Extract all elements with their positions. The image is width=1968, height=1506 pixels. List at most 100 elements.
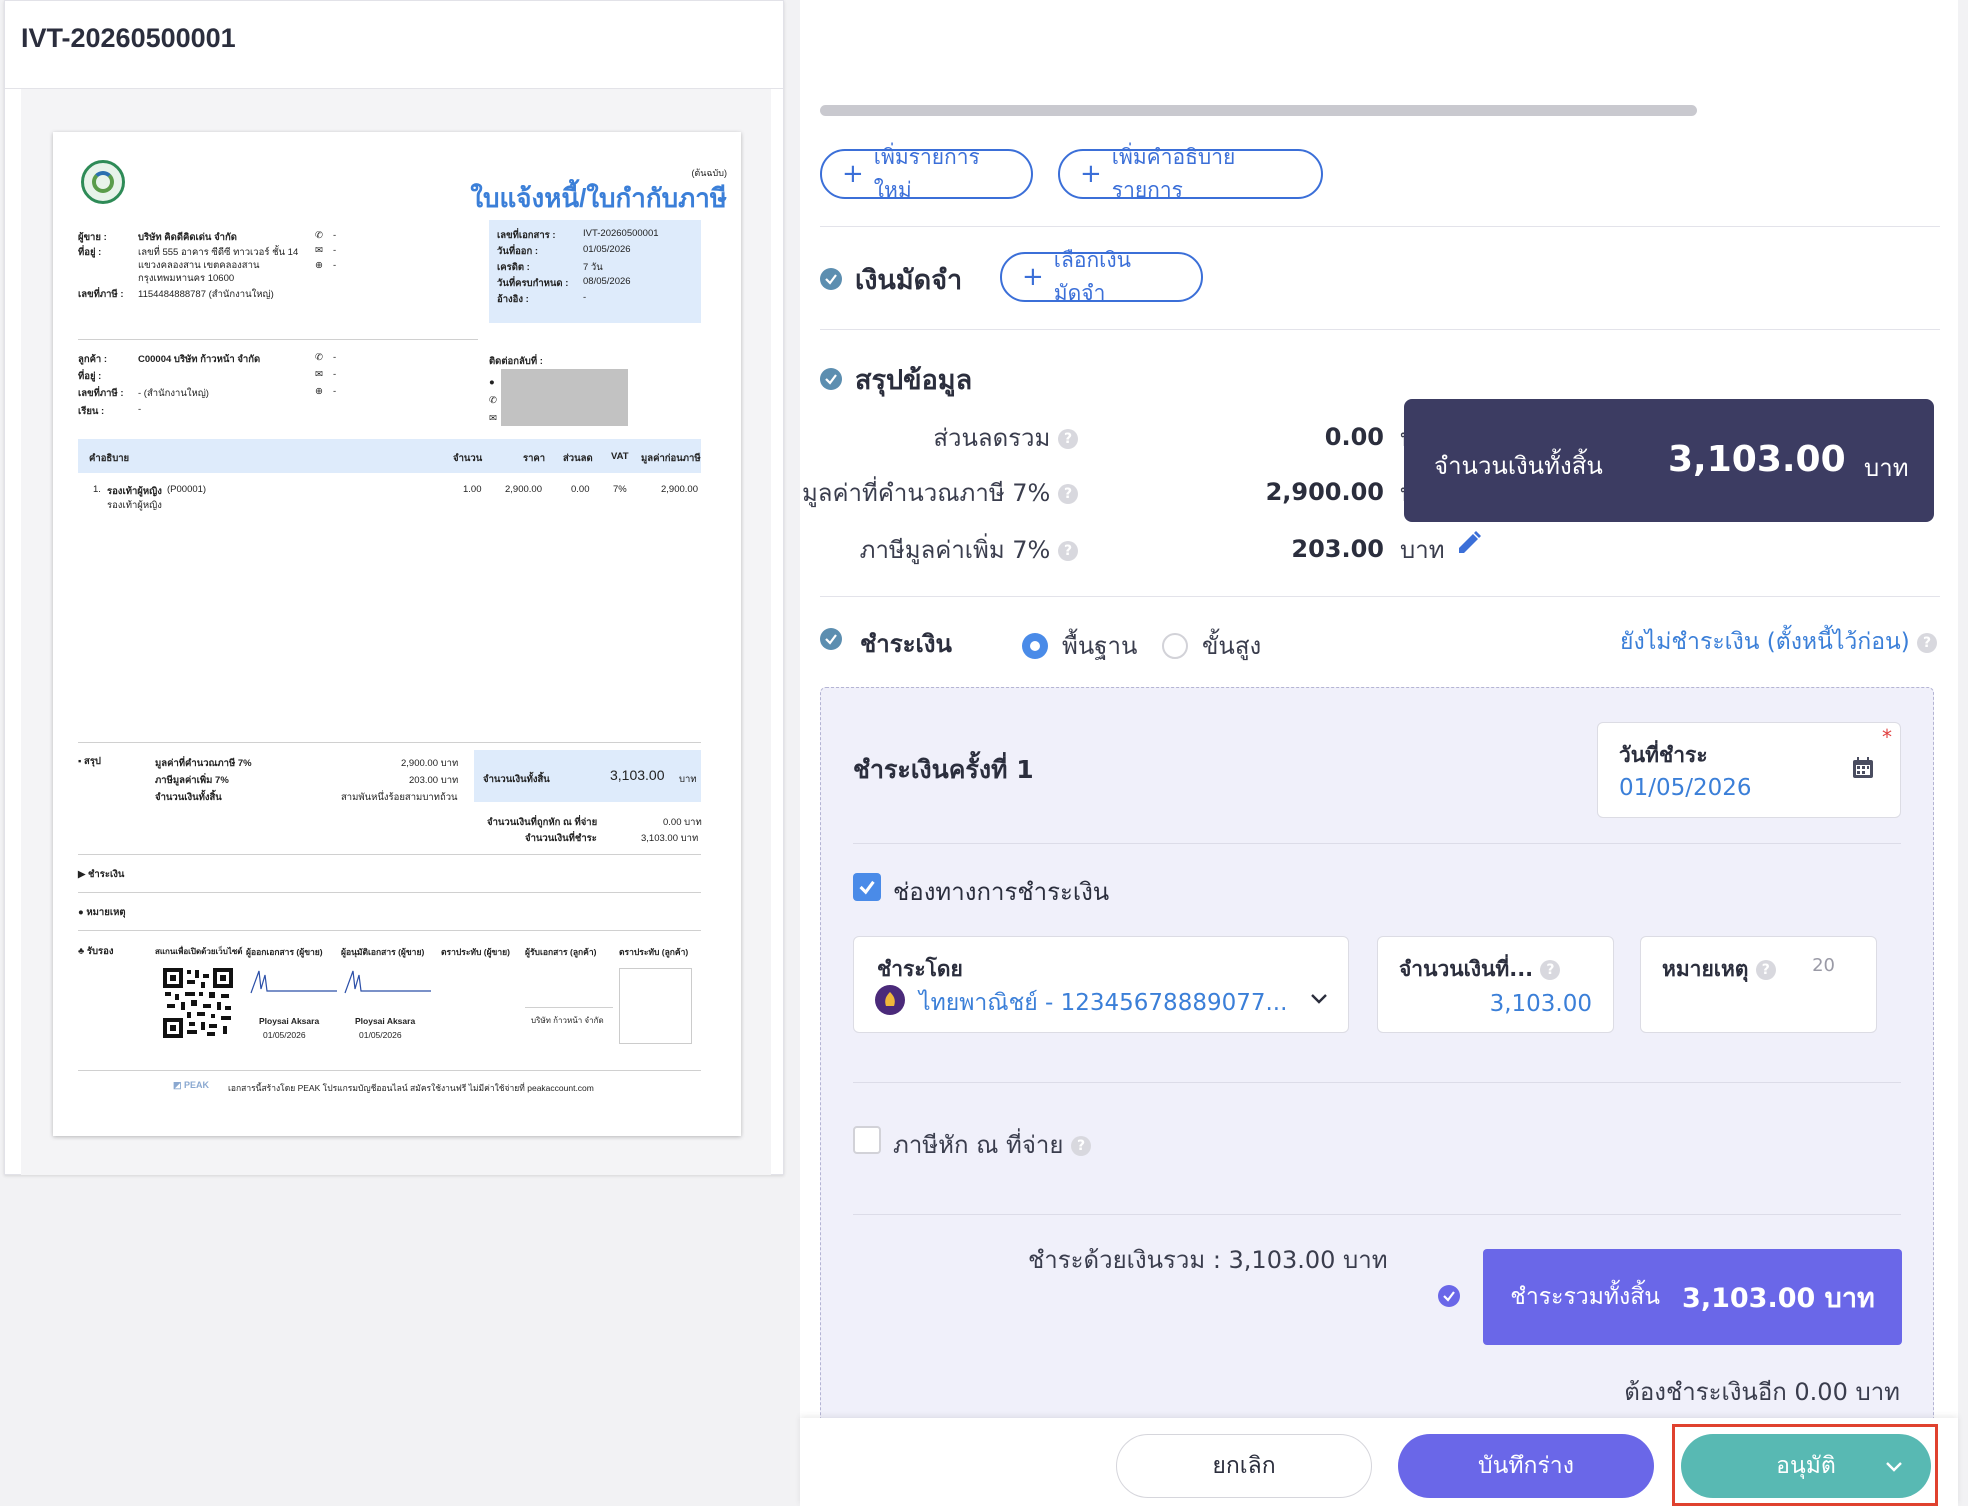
help-icon[interactable]: ? xyxy=(1058,429,1078,449)
sign-seller-stamp: ตราประทับ (ผู้ขาย) xyxy=(441,947,510,957)
sum-total-label: จำนวนเงินทั้งสิ้น xyxy=(155,792,222,803)
mode-advanced-label: ขั้นสูง xyxy=(1202,632,1262,660)
note-char-count: 20 xyxy=(1812,955,1835,976)
mode-basic-radio[interactable]: พื้นฐาน xyxy=(1022,626,1137,665)
row-code: (P00001) xyxy=(167,484,207,495)
doc-no: IVT-20260500001 xyxy=(583,228,659,239)
add-item-label: เพิ่มรายการใหม่ xyxy=(873,145,980,202)
cancel-button[interactable]: ยกเลิก xyxy=(1116,1434,1372,1498)
taxable-label: มูลค่าที่คำนวณภาษี 7% xyxy=(801,479,1051,507)
note-field[interactable]: หมายเหตุ ? 20 xyxy=(1640,936,1877,1033)
divider xyxy=(78,339,478,340)
payment-date-field[interactable]: * วันที่ชำระ 01/05/2026 xyxy=(1597,722,1901,818)
footer-text: เอกสารนี้สร้างโดย PEAK โปรแกรมบัญชีออนไล… xyxy=(228,1083,594,1093)
customer-name: C00004 บริษัท ก้าวหน้า จำกัด xyxy=(138,354,261,365)
sign-receiver: ผู้รับเอกสาร (ลูกค้า) xyxy=(525,947,597,957)
seller-phone: - xyxy=(333,230,337,241)
check-circle-icon xyxy=(820,368,842,390)
items-table-header xyxy=(78,439,701,473)
document-preview-panel: IVT-20260500001 (ต้นฉบับ) ใบแจ้งหนี้/ใบก… xyxy=(4,0,784,1175)
select-deposit-button[interactable]: + เลือกเงินมัดจำ xyxy=(1000,248,1203,305)
help-icon[interactable]: ? xyxy=(1058,541,1078,561)
signer2-date: 01/05/2026 xyxy=(359,1030,402,1040)
help-icon[interactable]: ? xyxy=(1540,960,1561,980)
plus-icon: + xyxy=(1022,262,1044,292)
doc-date: 01/05/2026 xyxy=(583,244,631,255)
person-icon: ● xyxy=(489,377,495,388)
help-icon[interactable]: ? xyxy=(1071,1136,1092,1156)
remaining-text: ต้องชำระเงินอีก 0.00 บาท xyxy=(1624,1378,1900,1406)
row-discount: 0.00 xyxy=(571,484,590,495)
mode-advanced-radio[interactable]: ขั้นสูง xyxy=(1162,626,1261,665)
discount-row-label: ส่วนลดรวม ? xyxy=(800,418,1078,457)
row-qty: 1.00 xyxy=(463,484,482,495)
redacted-contact xyxy=(501,369,628,426)
amount-label: จำนวนเงินที่... xyxy=(1399,957,1534,981)
save-draft-button[interactable]: บันทึกร่าง xyxy=(1398,1434,1654,1498)
email-icon: ✉ xyxy=(315,245,323,256)
chevron-down-icon[interactable] xyxy=(1310,993,1328,1005)
preview-scroll-area[interactable]: (ต้นฉบับ) ใบแจ้งหนี้/ใบกำกับภาษี ผู้ขาย … xyxy=(21,89,771,1175)
divider xyxy=(820,329,1940,330)
sum-taxable: 2,900.00 บาท xyxy=(401,758,459,769)
pay-by-label: ชำระโดย xyxy=(877,957,963,981)
check-circle-icon xyxy=(1438,1285,1460,1307)
pay-all-button[interactable]: ชำระรวมทั้งสิ้น 3,103.00 บาท xyxy=(1483,1249,1902,1345)
note-label-text: หมายเหตุ xyxy=(86,907,126,918)
required-asterisk: * xyxy=(1882,725,1892,749)
amount-field[interactable]: จำนวนเงินที่... ? 3,103.00 xyxy=(1377,936,1614,1033)
calendar-icon[interactable] xyxy=(1852,757,1874,779)
seller-web: - xyxy=(333,260,337,271)
row-name: รองเท้าผู้หญิง xyxy=(107,486,162,497)
horizontal-scrollbar[interactable] xyxy=(820,105,1697,116)
signer1-name: Ploysai Aksara xyxy=(259,1016,320,1026)
sum-vat-label: ภาษีมูลค่าเพิ่ม 7% xyxy=(155,775,229,786)
pay-by-select[interactable]: ชำระโดย ไทยพาณิชย์ - 12345678889077... xyxy=(853,936,1349,1033)
document-id: IVT-20260500001 xyxy=(21,23,236,53)
vat-unit: บาท xyxy=(1400,536,1445,564)
payment-date-value: 01/05/2026 xyxy=(1619,775,1752,801)
add-item-button[interactable]: + เพิ่มรายการใหม่ xyxy=(820,145,1033,202)
seller-email: - xyxy=(333,245,337,256)
customer-web: - xyxy=(333,386,337,397)
divider xyxy=(78,854,701,855)
qr-caption: สแกนเพื่อเปิดด้วยเว็บไซต์ xyxy=(155,947,243,956)
divider xyxy=(853,1082,1901,1083)
divider xyxy=(820,226,1940,227)
divider xyxy=(78,742,701,743)
seller-label: ผู้ขาย : xyxy=(78,232,107,243)
col-qty: จำนวน xyxy=(453,453,483,464)
phone-icon: ✆ xyxy=(315,352,323,363)
help-icon[interactable]: ? xyxy=(1755,960,1776,980)
doc-credit-label: เครดิต : xyxy=(497,262,530,273)
discount-value: 0.00 xyxy=(1324,423,1384,451)
amount-value: 3,103.00 xyxy=(1489,991,1592,1017)
help-icon[interactable]: ? xyxy=(1917,632,1938,653)
taxable-value: 2,900.00 xyxy=(1265,478,1384,506)
doc-due: 08/05/2026 xyxy=(583,276,631,287)
wht-checkbox[interactable] xyxy=(853,1126,881,1154)
row-price: 2,900.00 xyxy=(505,484,542,495)
sign-approver: ผู้อนุมัติเอกสาร (ผู้ขาย) xyxy=(341,947,425,957)
company-logo xyxy=(81,160,125,204)
summary-label: ▪ สรุป xyxy=(78,756,101,767)
globe-icon: ⊕ xyxy=(315,386,323,397)
sign-issuer: ผู้ออกเอกสาร (ผู้ขาย) xyxy=(246,947,323,957)
invoice-form-panel: + เพิ่มรายการใหม่ + เพิ่มคำอธิบายรายการ เง… xyxy=(800,0,1958,1506)
approve-label: อนุมัติ xyxy=(1776,1453,1836,1479)
cancel-label: ยกเลิก xyxy=(1212,1453,1276,1479)
installment-title: ชำระเงินครั้งที่ 1 xyxy=(853,755,1034,784)
unpaid-link[interactable]: ยังไม่ชำระเงิน (ตั้งหนี้ไว้ก่อน) ? xyxy=(1620,624,1938,660)
channel-checkbox[interactable] xyxy=(853,873,881,901)
add-description-button[interactable]: + เพิ่มคำอธิบายรายการ xyxy=(1058,145,1323,202)
sum-box-label: จำนวนเงินทั้งสิ้น xyxy=(483,774,550,785)
mode-basic-label: พื้นฐาน xyxy=(1062,632,1138,660)
doc-date-label: วันที่ออก : xyxy=(497,246,539,257)
help-icon[interactable]: ? xyxy=(1058,484,1078,504)
approve-button[interactable]: อนุมัติ xyxy=(1681,1434,1931,1498)
chevron-down-icon[interactable] xyxy=(1885,1461,1903,1473)
edit-pencil-icon[interactable] xyxy=(1456,530,1482,556)
signature-1 xyxy=(250,970,337,994)
grand-total-box: จำนวนเงินทั้งสิ้น 3,103.00 บาท xyxy=(1404,399,1934,522)
divider xyxy=(525,1007,613,1008)
